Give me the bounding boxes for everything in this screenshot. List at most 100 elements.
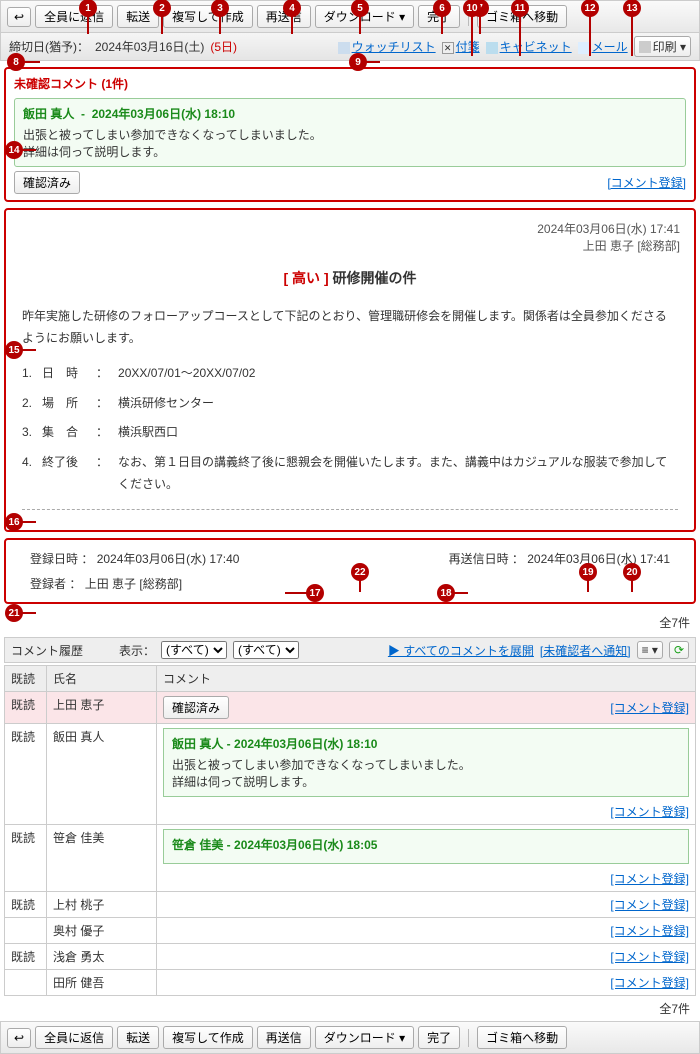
- download-button[interactable]: ダウンロード ▾: [315, 5, 414, 28]
- register-comment-link-row[interactable]: [コメント登録]: [610, 976, 689, 990]
- reload-button[interactable]: ⟳: [669, 641, 689, 659]
- close-icon[interactable]: ✕: [442, 42, 454, 54]
- table-row: 既読浅倉 勇太[コメント登録]: [5, 944, 696, 970]
- cell-name: 飯田 真人: [47, 724, 157, 825]
- history-toolbar: コメント履歴 表示： (すべて) (すべて) ▶ すべてのコメントを展開 [未確…: [4, 637, 696, 663]
- bottom-toolbar: ↩ 全員に返信 転送 複写して作成 再送信 ダウンロード ▾ 完了 ゴミ箱へ移動: [0, 1021, 700, 1054]
- total-count-top: 全7件: [0, 610, 700, 635]
- confirmed-button[interactable]: 確認済み: [14, 171, 80, 194]
- table-row: 既読笹倉 佳美笹倉 佳美 - 2024年03月06日(水) 18:05 [コメント…: [5, 825, 696, 892]
- print-icon: [639, 41, 651, 53]
- duplicate-button-bottom[interactable]: 複写して作成: [163, 1026, 253, 1049]
- mail-link[interactable]: メール: [592, 40, 628, 54]
- reg-date-value: 2024年03月06日(水) 17:40: [97, 552, 240, 566]
- watchlist-link[interactable]: ウォッチリスト: [352, 40, 436, 54]
- download-button-bottom[interactable]: ダウンロード ▾: [315, 1026, 414, 1049]
- list-menu-button[interactable]: ≡ ▾: [637, 641, 663, 659]
- cell-comment: 飯田 真人 - 2024年03月06日(水) 18:10出張と被ってしまい参加で…: [157, 724, 696, 825]
- cell-comment: 笹倉 佳美 - 2024年03月06日(水) 18:05 [コメント登録]: [157, 825, 696, 892]
- cell-name: 田所 健吾: [47, 970, 157, 996]
- unconfirmed-title: 未確認コメント (1件): [14, 75, 686, 92]
- show-label: 表示：: [119, 642, 155, 659]
- complete-button-bottom[interactable]: 完了: [418, 1026, 460, 1049]
- grace-days: (5日): [210, 38, 237, 55]
- message-item: 3.集 合：横浜駅西口: [22, 418, 678, 448]
- register-comment-link-row[interactable]: [コメント登録]: [610, 950, 689, 964]
- resend-button-bottom[interactable]: 再送信: [257, 1026, 311, 1049]
- reply-all-button-bottom[interactable]: 全員に返信: [35, 1026, 113, 1049]
- cell-comment: [コメント登録]: [157, 892, 696, 918]
- print-button[interactable]: 印刷 ▾: [634, 36, 691, 57]
- back-button[interactable]: ↩: [7, 7, 31, 27]
- fusen-link[interactable]: 付箋: [456, 40, 480, 54]
- cell-comment: [コメント登録]: [157, 944, 696, 970]
- cabinet-link[interactable]: キャビネット: [500, 40, 572, 54]
- comment-author: 飯田 真人: [23, 107, 74, 121]
- register-comment-link-row[interactable]: [コメント登録]: [610, 924, 689, 938]
- forward-button-bottom[interactable]: 転送: [117, 1026, 159, 1049]
- register-comment-link[interactable]: [コメント登録]: [607, 174, 686, 191]
- cell-status: [5, 970, 47, 996]
- comment-datetime: 2024年03月06日(水) 18:10: [92, 107, 235, 121]
- cell-status: 既読: [5, 825, 47, 892]
- register-comment-link-row[interactable]: [コメント登録]: [610, 872, 689, 886]
- register-comment-link-row[interactable]: [コメント登録]: [610, 898, 689, 912]
- comment-body-box: 飯田 真人 - 2024年03月06日(水) 18:10出張と被ってしまい参加で…: [163, 728, 689, 797]
- col-comment: コメント: [157, 666, 696, 692]
- unconfirmed-comments-box: 未確認コメント (1件) 飯田 真人 - 2024年03月06日(水) 18:1…: [4, 67, 696, 202]
- confirmed-button-row[interactable]: 確認済み: [163, 696, 229, 719]
- cabinet-icon: [486, 42, 498, 54]
- watchlist-icon: [338, 42, 350, 54]
- message-item: 1.日 時：20XX/07/01～20XX/07/02: [22, 359, 678, 389]
- table-row: 既読上村 桃子[コメント登録]: [5, 892, 696, 918]
- message-sent-at: 2024年03月06日(水) 17:41: [20, 220, 680, 237]
- comment-line2: 詳細は伺って説明します。: [23, 143, 677, 160]
- message-item: 2.場 所：横浜研修センター: [22, 389, 678, 419]
- resend-date-label: 再送信日時 ：: [449, 552, 524, 566]
- reply-all-button[interactable]: 全員に返信: [35, 5, 113, 28]
- registration-info-box: 登録日時 ： 2024年03月06日(水) 17:40 再送信日時 ： 2024…: [4, 538, 696, 604]
- registrar-value: 上田 恵子 [総務部]: [85, 577, 182, 591]
- col-status: 既読: [5, 666, 47, 692]
- forward-button[interactable]: 転送: [117, 5, 159, 28]
- trash-button-bottom[interactable]: ゴミ箱へ移動: [477, 1026, 567, 1049]
- deadline-label: 締切日(猶予)：: [9, 38, 89, 55]
- main-toolbar: ↩ 全員に返信 転送 複写して作成 再送信 ダウンロード ▾ 完了 ゴミ箱へ移動: [0, 0, 700, 33]
- table-row: 既読上田 恵子確認済み[コメント登録]: [5, 692, 696, 724]
- comments-table: 既読 氏名 コメント 既読上田 恵子確認済み[コメント登録]既読飯田 真人飯田 …: [4, 665, 696, 996]
- filter-select-2[interactable]: (すべて): [233, 641, 299, 659]
- notify-unconfirmed-link[interactable]: [未確認者へ通知]: [540, 642, 631, 659]
- back-button-bottom[interactable]: ↩: [7, 1028, 31, 1048]
- message-title: 研修開催の件: [333, 270, 417, 286]
- comment-body-box: 笹倉 佳美 - 2024年03月06日(水) 18:05: [163, 829, 689, 864]
- complete-button[interactable]: 完了: [418, 5, 460, 28]
- message-item: 4.終了後：なお、第１日目の講義終了後に懇親会を開催いたします。また、講義中はカ…: [22, 448, 678, 499]
- table-row: 奥村 優子 [コメント登録]: [5, 918, 696, 944]
- register-comment-link-row[interactable]: [コメント登録]: [610, 699, 689, 716]
- message-lead: 昨年実施した研修のフォローアップコースとして下記のとおり、管理職研修会を開催しま…: [22, 306, 678, 349]
- cell-name: 上村 桃子: [47, 892, 157, 918]
- unconfirmed-comment: 飯田 真人 - 2024年03月06日(水) 18:10 出張と被ってしまい参加…: [14, 98, 686, 167]
- message-sender: 上田 恵子 [総務部]: [20, 237, 680, 254]
- cell-name: 奥村 優子: [47, 918, 157, 944]
- message-divider: [22, 509, 678, 510]
- table-row: 田所 健吾 [コメント登録]: [5, 970, 696, 996]
- cell-comment: 確認済み [コメント登録]: [157, 692, 696, 724]
- cell-name: 笹倉 佳美: [47, 825, 157, 892]
- history-title: コメント履歴: [11, 642, 83, 659]
- filter-select-1[interactable]: (すべて): [161, 641, 227, 659]
- cell-status: 既読: [5, 724, 47, 825]
- trash-button[interactable]: ゴミ箱へ移動: [477, 5, 567, 28]
- sub-toolbar: 締切日(猶予)： 2024年03月16日(土) (5日) ウォッチリスト ✕付箋…: [0, 33, 700, 61]
- cell-name: 上田 恵子: [47, 692, 157, 724]
- reg-date-label: 登録日時 ：: [30, 552, 93, 566]
- comment-line1: 出張と被ってしまい参加できなくなってしまいました。: [23, 126, 677, 143]
- expand-all-link[interactable]: ▶ すべてのコメントを展開: [388, 642, 534, 659]
- total-count-bottom: 全7件: [0, 996, 700, 1021]
- resend-button[interactable]: 再送信: [257, 5, 311, 28]
- resend-date-value: 2024年03月06日(水) 17:41: [527, 552, 670, 566]
- toolbar-separator-bottom: [468, 1029, 469, 1047]
- duplicate-button[interactable]: 複写して作成: [163, 5, 253, 28]
- register-comment-link-row[interactable]: [コメント登録]: [610, 805, 689, 819]
- cell-comment: [コメント登録]: [157, 918, 696, 944]
